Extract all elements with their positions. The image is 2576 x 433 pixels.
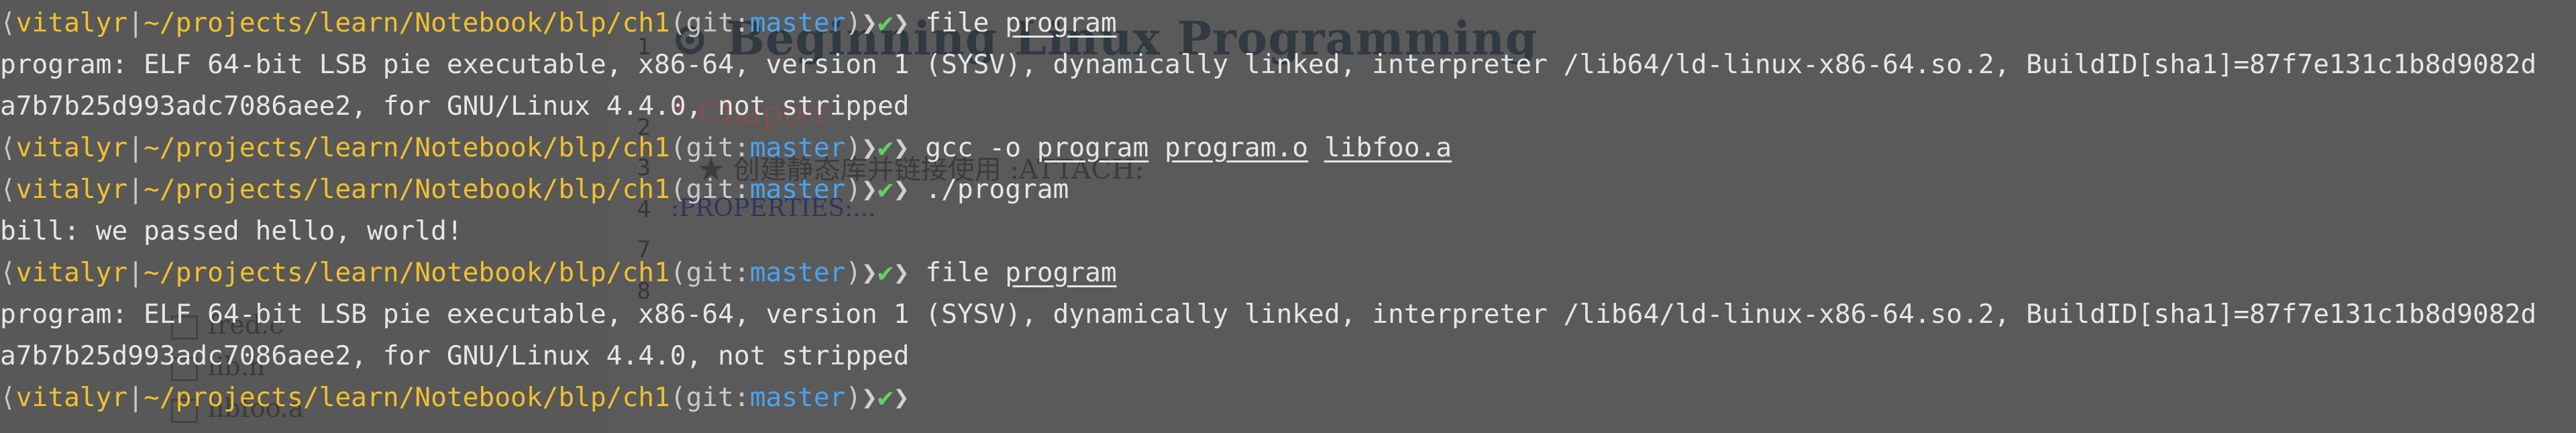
output-line: program: ELF 64-bit LSB pie executable, … xyxy=(0,293,2536,335)
prompt-separator: | xyxy=(127,132,144,163)
output-line: a7b7b25d993adc7086aee2, for GNU/Linux 4.… xyxy=(0,335,910,377)
prompt-user: vitalyr xyxy=(15,7,128,38)
prompt-branch: master xyxy=(749,174,846,205)
prompt-arrow-icon: ❯ xyxy=(893,7,910,38)
prompt-git-label: (git: xyxy=(669,132,750,163)
prompt-git-label: (git: xyxy=(669,382,750,413)
prompt-arrow-icon: ❯ xyxy=(861,257,877,288)
prompt-arrow-icon: ❯ xyxy=(861,132,877,163)
prompt-line: ⟨vitalyr|~/projects/learn/Notebook/blp/c… xyxy=(0,2,1117,44)
output-line: program: ELF 64-bit LSB pie executable, … xyxy=(0,44,2536,85)
prompt-separator: | xyxy=(127,382,144,413)
prompt-arrow-icon: ❯ xyxy=(893,257,910,288)
command-text[interactable]: file xyxy=(910,257,989,288)
prompt-git-label: (git: xyxy=(669,257,750,288)
prompt-open-bracket: ⟨ xyxy=(0,7,16,38)
success-check-icon: ✔ xyxy=(877,174,894,205)
success-check-icon: ✔ xyxy=(877,382,894,413)
success-check-icon: ✔ xyxy=(877,132,894,163)
prompt-separator: | xyxy=(127,7,144,38)
prompt-git-close: ) xyxy=(845,7,862,38)
prompt-open-bracket: ⟨ xyxy=(0,257,16,288)
prompt-user: vitalyr xyxy=(15,174,128,205)
command-text[interactable]: ./program xyxy=(910,174,1069,205)
prompt-user: vitalyr xyxy=(15,257,128,288)
prompt-branch: master xyxy=(749,382,846,413)
prompt-path: ~/projects/learn/Notebook/blp/ch1 xyxy=(144,174,670,205)
prompt-open-bracket: ⟨ xyxy=(0,382,16,413)
success-check-icon: ✔ xyxy=(877,7,894,38)
prompt-arrow-icon: ❯ xyxy=(893,174,910,205)
prompt-arrow-icon: ❯ xyxy=(861,382,877,413)
prompt-line: ⟨vitalyr|~/projects/learn/Notebook/blp/c… xyxy=(0,169,1069,210)
command-text[interactable]: gcc -o xyxy=(910,132,1021,163)
output-line: a7b7b25d993adc7086aee2, for GNU/Linux 4.… xyxy=(0,85,910,127)
prompt-branch: master xyxy=(749,257,846,288)
prompt-line: ⟨vitalyr|~/projects/learn/Notebook/blp/c… xyxy=(0,127,1452,169)
success-check-icon: ✔ xyxy=(877,257,894,288)
prompt-arrow-icon: ❯ xyxy=(893,132,910,163)
prompt-arrow-icon: ❯ xyxy=(861,7,877,38)
command-text[interactable]: file xyxy=(910,7,989,38)
output-text: a7b7b25d993adc7086aee2, for GNU/Linux 4.… xyxy=(0,91,910,122)
prompt-separator: | xyxy=(127,257,144,288)
output-text: bill: we passed hello, world! xyxy=(0,215,463,246)
command-argument[interactable]: program xyxy=(1005,7,1116,38)
command-argument[interactable]: program xyxy=(1005,257,1116,288)
prompt-git-label: (git: xyxy=(669,174,750,205)
prompt-git-close: ) xyxy=(845,382,862,413)
prompt-arrow-icon: ❯ xyxy=(861,174,877,205)
prompt-separator: | xyxy=(127,174,144,205)
active-prompt-line[interactable]: ⟨vitalyr|~/projects/learn/Notebook/blp/c… xyxy=(0,377,910,418)
output-text: a7b7b25d993adc7086aee2, for GNU/Linux 4.… xyxy=(0,340,910,371)
prompt-path: ~/projects/learn/Notebook/blp/ch1 xyxy=(144,132,670,163)
output-text: program: ELF 64-bit LSB pie executable, … xyxy=(0,299,2537,330)
prompt-user: vitalyr xyxy=(15,132,128,163)
prompt-open-bracket: ⟨ xyxy=(0,174,16,205)
prompt-line: ⟨vitalyr|~/projects/learn/Notebook/blp/c… xyxy=(0,252,1117,293)
command-argument[interactable]: program.o xyxy=(1165,132,1308,163)
prompt-user: vitalyr xyxy=(15,382,128,413)
prompt-git-close: ) xyxy=(845,132,862,163)
prompt-path: ~/projects/learn/Notebook/blp/ch1 xyxy=(144,382,670,413)
command-argument[interactable]: libfoo.a xyxy=(1324,132,1452,163)
prompt-git-close: ) xyxy=(845,257,862,288)
prompt-path: ~/projects/learn/Notebook/blp/ch1 xyxy=(144,7,670,38)
prompt-git-label: (git: xyxy=(669,7,750,38)
prompt-branch: master xyxy=(749,7,846,38)
prompt-branch: master xyxy=(749,132,846,163)
prompt-path: ~/projects/learn/Notebook/blp/ch1 xyxy=(144,257,670,288)
terminal-window[interactable]: ⟨vitalyr|~/projects/learn/Notebook/blp/c… xyxy=(0,0,2576,433)
output-line: bill: we passed hello, world! xyxy=(0,210,463,252)
prompt-arrow-icon: ❯ xyxy=(893,382,910,413)
prompt-open-bracket: ⟨ xyxy=(0,132,16,163)
output-text: program: ELF 64-bit LSB pie executable, … xyxy=(0,49,2537,80)
prompt-git-close: ) xyxy=(845,174,862,205)
command-argument[interactable]: program xyxy=(1037,132,1148,163)
